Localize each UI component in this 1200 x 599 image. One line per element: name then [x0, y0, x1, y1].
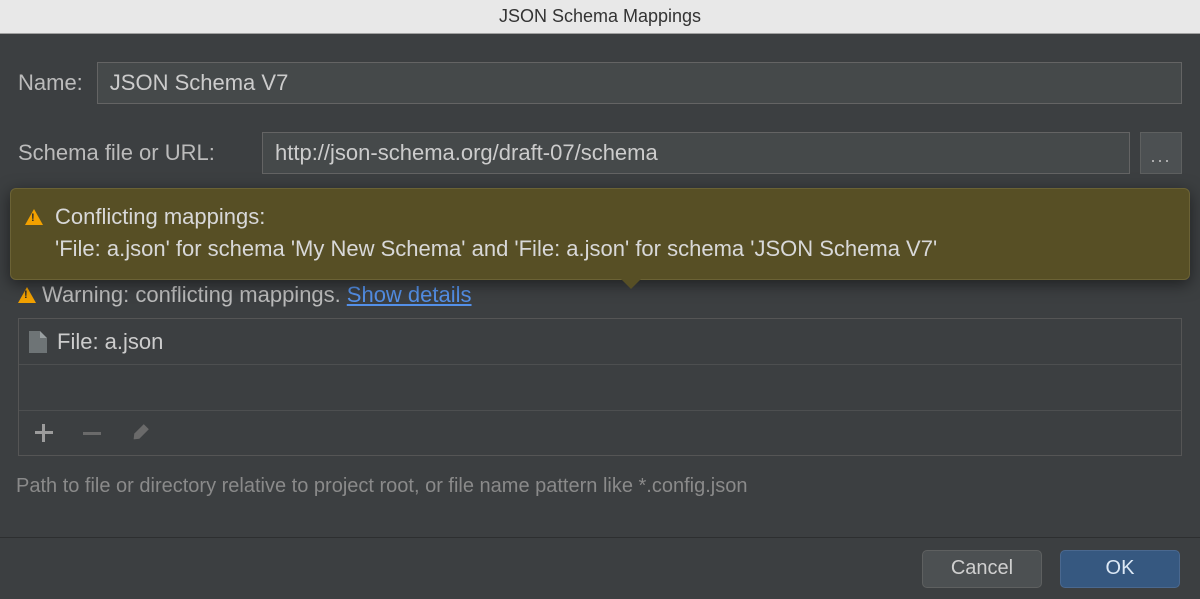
show-details-link[interactable]: Show details	[347, 282, 472, 308]
dialog-footer: Cancel OK	[0, 537, 1200, 599]
warning-icon	[18, 287, 36, 303]
schema-url-input[interactable]	[262, 132, 1130, 174]
name-label: Name:	[18, 70, 83, 96]
cancel-button-label: Cancel	[951, 557, 1013, 580]
warning-text: Warning: conflicting mappings.	[42, 282, 341, 308]
tooltip-tail	[621, 279, 641, 289]
mappings-list: File: a.json	[18, 318, 1182, 456]
edit-button[interactable]	[129, 422, 151, 444]
conflict-tooltip: Conflicting mappings: 'File: a.json' for…	[10, 188, 1190, 280]
dialog-content: Name: Schema file or URL: ...	[0, 34, 1200, 174]
add-button[interactable]	[33, 422, 55, 444]
browse-button[interactable]: ...	[1140, 132, 1182, 174]
dialog-title: JSON Schema Mappings	[0, 0, 1200, 34]
cancel-button[interactable]: Cancel	[922, 550, 1042, 588]
list-toolbar	[19, 411, 1181, 455]
pencil-icon	[127, 420, 152, 445]
dialog-title-text: JSON Schema Mappings	[499, 6, 701, 27]
ok-button[interactable]: OK	[1060, 550, 1180, 588]
list-empty-row	[19, 365, 1181, 411]
schema-label: Schema file or URL:	[18, 140, 248, 166]
ok-button-label: OK	[1106, 557, 1135, 580]
schema-row: Schema file or URL: ...	[18, 132, 1182, 174]
help-text: Path to file or directory relative to pr…	[16, 475, 747, 498]
list-item-label: File: a.json	[57, 329, 163, 355]
file-icon	[29, 331, 47, 353]
ellipsis-icon: ...	[1150, 146, 1171, 167]
warning-icon	[25, 209, 43, 225]
remove-button[interactable]	[81, 422, 103, 444]
name-row: Name:	[18, 62, 1182, 104]
tooltip-body: 'File: a.json' for schema 'My New Schema…	[55, 233, 1175, 265]
tooltip-heading: Conflicting mappings:	[55, 201, 265, 233]
warning-line: Warning: conflicting mappings. Show deta…	[18, 282, 472, 308]
name-input[interactable]	[97, 62, 1182, 104]
list-item[interactable]: File: a.json	[19, 319, 1181, 365]
